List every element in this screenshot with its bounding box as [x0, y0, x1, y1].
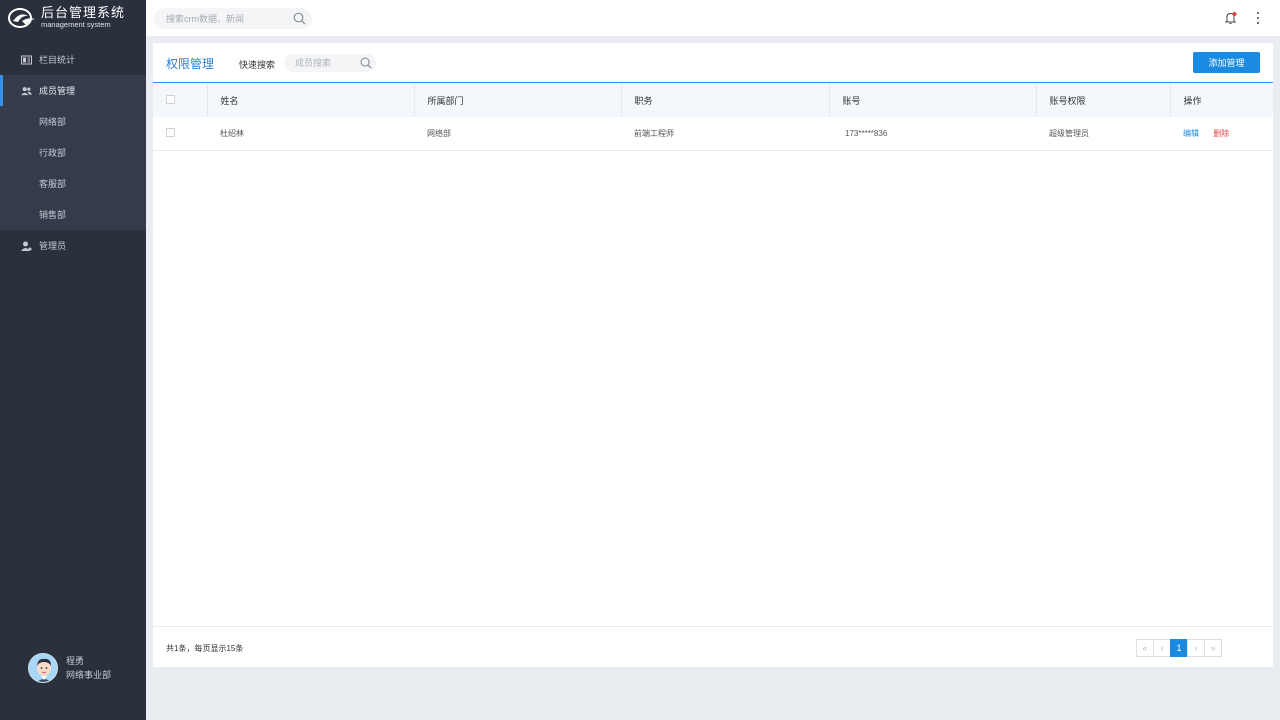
logo: 后台管理系统 management system — [0, 0, 146, 36]
user-name: 程勇 — [66, 656, 85, 666]
global-search-input[interactable] — [166, 13, 284, 24]
edit-link[interactable]: 编辑 — [1183, 129, 1199, 138]
sidebar-subitem-admin-dept[interactable]: 行政部 — [0, 137, 146, 168]
next-page-button[interactable]: › — [1187, 639, 1205, 657]
first-page-button[interactable]: « — [1136, 639, 1154, 657]
logo-subtitle: management system — [41, 20, 111, 30]
cell-name: 杜绍林 — [220, 128, 244, 138]
page-button-current[interactable]: 1 — [1170, 639, 1188, 657]
select-all-checkbox[interactable] — [166, 94, 175, 104]
search-icon[interactable] — [360, 57, 372, 71]
pagination-summary: 共1条，每页显示15条 — [166, 644, 244, 653]
pagination: « ‹ 1 › » — [1136, 639, 1222, 657]
user-department: 网络事业部 — [66, 670, 112, 680]
notification-bell-icon[interactable] — [1224, 11, 1238, 25]
quick-search-label: 快速搜索 — [239, 60, 276, 70]
sidebar-nav: 栏目统计 成员管理 网络部 行政部 客服部 销售部 管理员 — [0, 44, 146, 261]
avatar — [28, 653, 58, 683]
logo-title: 后台管理系统 — [41, 6, 126, 22]
prev-page-button[interactable]: ‹ — [1153, 639, 1171, 657]
member-search-input[interactable] — [295, 58, 351, 68]
top-bar — [146, 0, 1280, 36]
sidebar-subgroup: 网络部 行政部 客服部 销售部 — [0, 106, 146, 230]
cell-department: 网络部 — [427, 128, 451, 138]
row-select-cell — [153, 117, 207, 150]
book-icon — [21, 55, 32, 65]
column-header-name: 姓名 — [207, 83, 415, 117]
permission-table: 姓名 所属部门 职务 账号 账号权限 操作 杜绍林 网络部 前端工程师 173*… — [153, 83, 1273, 151]
column-header-permission: 账号权限 — [1036, 83, 1171, 117]
add-admin-button[interactable]: 添加管理 — [1193, 52, 1260, 73]
search-icon[interactable] — [293, 12, 306, 27]
sidebar-item-member-management[interactable]: 成员管理 — [0, 75, 146, 106]
table-row: 杜绍林 网络部 前端工程师 173*****836 超级管理员 编辑 删除 — [153, 117, 1273, 150]
panel-header: 权限管理 快速搜索 添加管理 — [153, 43, 1273, 83]
sidebar-item-label: 栏目统计 — [39, 55, 76, 65]
cell-permission: 超级管理员 — [1049, 128, 1089, 138]
logo-icon — [8, 7, 36, 29]
more-menu-icon[interactable] — [1254, 11, 1262, 25]
sidebar-item-label: 成员管理 — [39, 86, 76, 96]
sidebar-subitem-sales[interactable]: 销售部 — [0, 199, 146, 230]
delete-link[interactable]: 删除 — [1213, 129, 1229, 138]
sidebar-subitem-service[interactable]: 客服部 — [0, 168, 146, 199]
select-all-cell — [153, 83, 208, 117]
user-profile[interactable]: 程勇 网络事业部 — [28, 653, 111, 683]
column-header-actions: 操作 — [1183, 95, 1202, 106]
quick-search — [284, 54, 376, 72]
last-page-button[interactable]: » — [1204, 639, 1222, 657]
sidebar-item-column-stats[interactable]: 栏目统计 — [0, 44, 146, 75]
users-icon — [21, 86, 32, 96]
page-title: 权限管理 — [166, 57, 215, 71]
user-icon — [21, 241, 32, 251]
sidebar-item-label: 管理员 — [39, 241, 67, 251]
permission-panel: 权限管理 快速搜索 添加管理 姓名 所属部门 职务 账号 账号权限 操作 — [153, 43, 1273, 667]
column-header-title: 职务 — [621, 83, 830, 117]
cell-actions: 编辑 删除 — [1170, 117, 1273, 150]
cell-title: 前端工程师 — [634, 128, 674, 138]
column-header-department: 所属部门 — [414, 83, 622, 117]
row-checkbox[interactable] — [166, 127, 175, 137]
column-header-account: 账号 — [829, 83, 1037, 117]
sidebar-item-administrator[interactable]: 管理员 — [0, 230, 146, 261]
global-search — [154, 8, 312, 29]
sidebar: 后台管理系统 management system 栏目统计 成员管理 网络部 行… — [0, 0, 146, 720]
table-footer: 共1条，每页显示15条 « ‹ 1 › » — [153, 626, 1273, 667]
cell-account: 173*****836 — [845, 128, 888, 138]
table-header-row: 姓名 所属部门 职务 账号 账号权限 操作 — [153, 83, 1273, 117]
sidebar-subitem-network[interactable]: 网络部 — [0, 106, 146, 137]
